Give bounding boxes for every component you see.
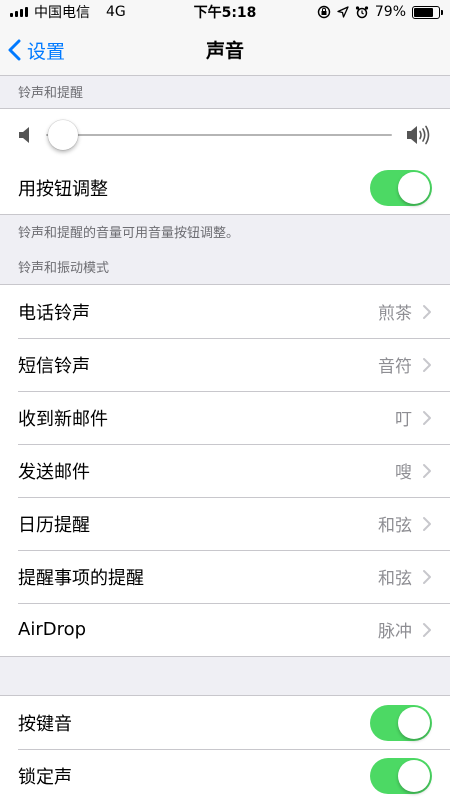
- lock-sound-label: 锁定声: [18, 766, 72, 788]
- volume-slider-row: [0, 109, 450, 161]
- volume-slider-thumb[interactable]: [48, 120, 79, 150]
- sent-mail-row[interactable]: 发送邮件 嗖: [0, 444, 450, 497]
- volume-slider[interactable]: [46, 120, 392, 150]
- chevron-right-icon: [423, 622, 431, 637]
- chevron-right-icon: [423, 410, 431, 425]
- system-sounds-group: 按键音 锁定声: [0, 695, 450, 800]
- new-mail-row[interactable]: 收到新邮件 叮: [0, 391, 450, 444]
- text-tone-value: 音符: [378, 357, 412, 377]
- lock-sound-toggle[interactable]: [370, 757, 432, 794]
- signal-strength-icon: [10, 7, 28, 17]
- calendar-alerts-label: 日历提醒: [18, 514, 90, 536]
- network-type: 4G: [106, 4, 126, 20]
- change-with-buttons-toggle[interactable]: [370, 169, 432, 206]
- sounds-patterns-group: 电话铃声 煎茶 短信铃声 音符 收到新邮件 叮 发送邮件 嗖 日历提醒 和弦 提…: [0, 284, 450, 657]
- chevron-right-icon: [423, 304, 431, 319]
- change-with-buttons-row: 用按钮调整: [0, 161, 450, 214]
- chevron-right-icon: [423, 569, 431, 584]
- section-header-patterns: 铃声和振动模式: [18, 261, 110, 276]
- lock-sound-row: 锁定声: [0, 749, 450, 800]
- keyboard-clicks-label: 按键音: [18, 713, 72, 735]
- location-icon: [337, 6, 349, 18]
- chevron-left-icon: [8, 39, 21, 61]
- navigation-bar: 设置 声音: [0, 24, 450, 76]
- ringer-footer-note: 铃声和提醒的音量可用音量按钮调整。: [18, 226, 240, 241]
- chevron-right-icon: [423, 463, 431, 478]
- back-button[interactable]: 设置: [8, 24, 65, 76]
- alarm-icon: [355, 6, 368, 19]
- chevron-right-icon: [423, 516, 431, 531]
- change-with-buttons-label: 用按钮调整: [18, 178, 108, 200]
- status-bar: 中国电信 4G 下午5:18 79%: [0, 0, 450, 24]
- ringtone-label: 电话铃声: [18, 302, 90, 324]
- ringer-group: 用按钮调整: [0, 108, 450, 215]
- reminder-alerts-value: 和弦: [378, 569, 412, 589]
- status-time: 下午5:18: [193, 5, 257, 21]
- back-button-label: 设置: [27, 40, 66, 63]
- sent-mail-label: 发送邮件: [18, 461, 90, 483]
- airdrop-label: AirDrop: [18, 619, 87, 640]
- new-mail-value: 叮: [395, 410, 412, 430]
- new-mail-label: 收到新邮件: [18, 408, 108, 430]
- page-title: 声音: [205, 40, 244, 62]
- sent-mail-value: 嗖: [395, 463, 412, 483]
- ringtone-row[interactable]: 电话铃声 煎茶: [0, 285, 450, 338]
- volume-low-icon: [19, 127, 29, 143]
- keyboard-clicks-row: 按键音: [0, 696, 450, 749]
- calendar-alerts-row[interactable]: 日历提醒 和弦: [0, 497, 450, 550]
- text-tone-label: 短信铃声: [18, 355, 90, 377]
- reminder-alerts-label: 提醒事项的提醒: [18, 567, 144, 589]
- airdrop-row[interactable]: AirDrop 脉冲: [0, 603, 450, 656]
- calendar-alerts-value: 和弦: [378, 516, 412, 536]
- carrier-name: 中国电信: [34, 5, 90, 21]
- rotation-lock-icon: [317, 5, 331, 19]
- battery-icon: [412, 5, 443, 19]
- reminder-alerts-row[interactable]: 提醒事项的提醒 和弦: [0, 550, 450, 603]
- chevron-right-icon: [423, 357, 431, 372]
- ringtone-value: 煎茶: [378, 304, 412, 324]
- battery-percent: 79%: [374, 4, 406, 20]
- keyboard-clicks-toggle[interactable]: [370, 704, 432, 741]
- text-tone-row[interactable]: 短信铃声 音符: [0, 338, 450, 391]
- volume-high-icon: [407, 125, 430, 145]
- airdrop-value: 脉冲: [378, 622, 412, 642]
- section-header-ringer: 铃声和提醒: [18, 86, 84, 101]
